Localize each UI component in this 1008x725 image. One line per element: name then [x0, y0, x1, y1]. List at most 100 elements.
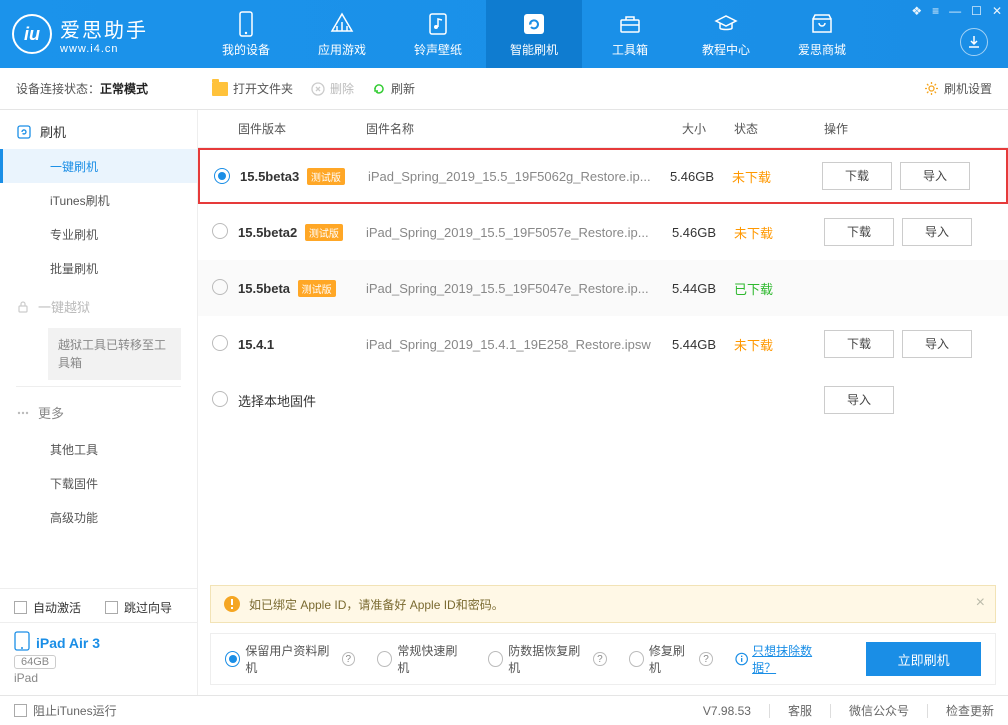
sidebar-group-more[interactable]: 更多: [0, 393, 197, 432]
sidebar-item-pro[interactable]: 专业刷机: [0, 217, 197, 251]
folder-icon: [212, 82, 228, 96]
maximize-icon[interactable]: ☐: [971, 4, 982, 18]
gear-icon: [924, 81, 939, 96]
sidebar-item-other-tools[interactable]: 其他工具: [0, 432, 197, 466]
title-bar: iu 爱思助手 www.i4.cn 我的设备 应用游戏 铃声壁纸 智能刷机 工具…: [0, 0, 1008, 68]
erase-only-link[interactable]: 只想抹除数据？: [735, 642, 833, 676]
col-name: 固件名称: [366, 120, 654, 137]
col-actions: 操作: [814, 120, 994, 137]
block-itunes-checkbox[interactable]: [14, 704, 27, 717]
jailbreak-moved-notice: 越狱工具已转移至工具箱: [48, 328, 181, 380]
open-folder-button[interactable]: 打开文件夹: [212, 80, 293, 97]
flash-options: 保留用户资料刷机 ? 常规快速刷机 防数据恢复刷机 ? 修复刷机 ? 只想抹除数…: [210, 633, 996, 685]
import-button[interactable]: 导入: [824, 386, 894, 414]
tab-apps-games[interactable]: 应用游戏: [294, 0, 390, 68]
check-update-link[interactable]: 检查更新: [946, 702, 994, 719]
sidebar-device-panel: 自动激活 跳过向导 iPad Air 3 64GB iPad: [0, 588, 197, 695]
flash-settings-button[interactable]: 刷机设置: [924, 80, 992, 97]
col-status: 状态: [734, 120, 814, 137]
app-name: 爱思助手: [60, 14, 148, 43]
radio-icon[interactable]: [212, 279, 228, 295]
radio-icon: [488, 651, 503, 667]
delete-button[interactable]: 删除: [311, 80, 354, 97]
radio-icon[interactable]: [214, 168, 230, 184]
wechat-link[interactable]: 微信公众号: [849, 702, 909, 719]
device-type: iPad: [14, 671, 183, 685]
firmware-row[interactable]: 15.4.1iPad_Spring_2019_15.4.1_19E258_Res…: [198, 316, 1008, 372]
sidebar-item-download-fw[interactable]: 下载固件: [0, 466, 197, 500]
menu-icon[interactable]: ≡: [932, 4, 939, 18]
refresh-icon: [521, 11, 547, 37]
opt-normal[interactable]: 常规快速刷机: [377, 642, 466, 676]
col-size: 大小: [654, 120, 734, 137]
sidebar-item-itunes[interactable]: iTunes刷机: [0, 183, 197, 217]
minimize-icon[interactable]: —: [949, 4, 961, 18]
firmware-row[interactable]: 15.5beta 测试版iPad_Spring_2019_15.5_19F504…: [198, 260, 1008, 316]
tab-smart-flash[interactable]: 智能刷机: [486, 0, 582, 68]
radio-icon[interactable]: [212, 223, 228, 239]
apps-icon: [329, 11, 355, 37]
import-button[interactable]: 导入: [902, 330, 972, 358]
firmware-list: 15.5beta3 测试版iPad_Spring_2019_15.5_19F50…: [198, 148, 1008, 428]
radio-icon[interactable]: [212, 335, 228, 351]
lock-icon: [16, 300, 30, 314]
close-icon[interactable]: ✕: [992, 4, 1002, 18]
refresh-button[interactable]: 刷新: [372, 80, 415, 97]
window-controls: ❖ ≡ — ☐ ✕: [911, 4, 1002, 18]
tab-tutorials[interactable]: 教程中心: [678, 0, 774, 68]
more-icon: [16, 406, 30, 420]
sidebar-group-jailbreak: 一键越狱: [0, 285, 197, 324]
status-bar: 阻止iTunes运行 V7.98.53 客服 微信公众号 检查更新: [0, 695, 1008, 725]
delete-icon: [311, 82, 325, 96]
auto-activate-label: 自动激活: [33, 599, 81, 616]
warning-icon: [223, 595, 241, 613]
download-button[interactable]: 下载: [822, 162, 892, 190]
tab-my-device[interactable]: 我的设备: [198, 0, 294, 68]
skip-guide-checkbox[interactable]: [105, 601, 118, 614]
skin-icon[interactable]: ❖: [911, 4, 922, 18]
tab-ringtones[interactable]: 铃声壁纸: [390, 0, 486, 68]
support-link[interactable]: 客服: [788, 702, 812, 719]
col-version: 固件版本: [238, 120, 366, 137]
tab-store[interactable]: 爱思商城: [774, 0, 870, 68]
firmware-row[interactable]: 15.5beta3 测试版iPad_Spring_2019_15.5_19F50…: [198, 148, 1008, 204]
notice-close-icon[interactable]: ×: [976, 594, 985, 612]
nav-tabs: 我的设备 应用游戏 铃声壁纸 智能刷机 工具箱 教程中心 爱思商城: [198, 0, 870, 68]
help-icon[interactable]: ?: [593, 652, 606, 666]
logo-icon: iu: [12, 14, 52, 54]
sidebar-item-advanced[interactable]: 高级功能: [0, 500, 197, 534]
flash-now-button[interactable]: 立即刷机: [866, 642, 981, 676]
tab-toolbox[interactable]: 工具箱: [582, 0, 678, 68]
device-capacity: 64GB: [14, 655, 56, 669]
block-itunes-label: 阻止iTunes运行: [33, 702, 117, 719]
radio-icon[interactable]: [212, 391, 228, 407]
store-icon: [809, 11, 835, 37]
toolbox-icon: [617, 11, 643, 37]
app-logo: iu 爱思助手 www.i4.cn: [0, 14, 198, 55]
radio-icon: [629, 651, 644, 667]
opt-keep-data[interactable]: 保留用户资料刷机 ?: [225, 642, 355, 676]
phone-icon: [233, 11, 259, 37]
info-icon: [735, 652, 748, 666]
auto-activate-checkbox[interactable]: [14, 601, 27, 614]
firmware-row[interactable]: 15.5beta2 测试版iPad_Spring_2019_15.5_19F50…: [198, 204, 1008, 260]
help-icon[interactable]: ?: [342, 652, 355, 666]
download-button[interactable]: 下载: [824, 330, 894, 358]
help-icon[interactable]: ?: [699, 652, 712, 666]
sidebar-group-flash: 刷机: [0, 110, 197, 149]
flash-icon: [16, 124, 32, 140]
opt-repair[interactable]: 修复刷机 ?: [629, 642, 713, 676]
appleid-notice: 如已绑定 Apple ID，请准备好 Apple ID和密码。 ×: [210, 585, 996, 623]
download-button[interactable]: 下载: [824, 218, 894, 246]
opt-antirecovery[interactable]: 防数据恢复刷机 ?: [488, 642, 607, 676]
import-button[interactable]: 导入: [900, 162, 970, 190]
device-name: iPad Air 3: [36, 635, 100, 651]
firmware-row-local[interactable]: 选择本地固件导入: [198, 372, 1008, 428]
import-button[interactable]: 导入: [902, 218, 972, 246]
sidebar-item-oneclick[interactable]: 一键刷机: [0, 149, 197, 183]
sidebar: 刷机 一键刷机 iTunes刷机 专业刷机 批量刷机 一键越狱 越狱工具已转移至…: [0, 110, 198, 695]
download-indicator-icon[interactable]: [960, 28, 988, 56]
refresh-small-icon: [372, 82, 386, 96]
sidebar-item-batch[interactable]: 批量刷机: [0, 251, 197, 285]
graduation-icon: [713, 11, 739, 37]
